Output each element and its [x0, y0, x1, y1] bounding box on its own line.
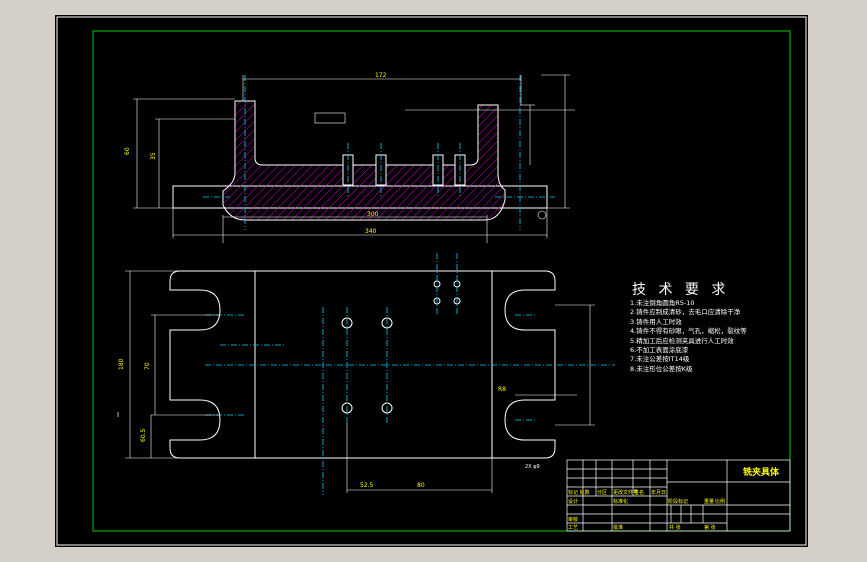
front-view — [133, 74, 575, 243]
plan-outline — [169, 270, 556, 459]
dim-plan-small: 2X φ9 — [525, 464, 540, 470]
tb-signature: 签名 — [634, 490, 645, 496]
dim-front-left-inner: 35 — [150, 152, 157, 160]
tb-zone: 分区 — [597, 490, 608, 496]
tb-designer: 设计 — [568, 499, 579, 505]
tr-item: 8.未注形位公差按K级 — [630, 364, 693, 373]
tb-total: 共 张 — [669, 525, 681, 531]
dim-plan-bottom-right: 80 — [417, 482, 425, 489]
plan-view — [125, 253, 615, 495]
tb-review: 审核 — [568, 517, 579, 523]
tr-item: 2.铸件应制成清砂，去毛口应清除干净 — [630, 308, 741, 317]
tb-sheet: 第 张 — [704, 525, 716, 531]
dim-plan-height-inner: 70 — [144, 362, 151, 370]
dim-front-left-height: 60 — [124, 147, 131, 155]
tb-scale: 比例 — [715, 499, 726, 505]
drawing-sheet: 172 300 340 60 35 180 70 60.5 52.5 80 R8… — [55, 15, 808, 547]
tr-item: 7.未注公差按IT14级 — [630, 355, 690, 364]
dim-plan-height-total: 180 — [118, 358, 125, 370]
tb-standardization: 标准化 — [613, 499, 629, 505]
tb-approve: 批准 — [613, 525, 624, 531]
plan-section-label: I — [117, 411, 119, 419]
dim-plan-bottom-left: 52.5 — [360, 482, 374, 489]
dim-front-bottom-outer: 340 — [365, 228, 377, 235]
tb-date: 年月日 — [651, 490, 667, 496]
tb-weight: 重量 — [704, 499, 715, 505]
dim-front-top: 172 — [375, 72, 387, 79]
dim-plan-right-radius: R8 — [498, 386, 506, 393]
technical-requirements-heading: 技 术 要 求 — [632, 282, 730, 298]
technical-requirements-list: 1.未注倒角圆角R5-10 2.铸件应制成清砂，去毛口应清除干净 3.铸件用人工… — [630, 299, 747, 374]
tb-change-marks: 标记 处数 — [568, 490, 590, 496]
dim-plan-left-lower: 60.5 — [140, 428, 147, 442]
datum-frame — [314, 112, 346, 124]
tb-process: 工艺 — [568, 525, 579, 531]
tr-item: 4.铸件不得有砂眼，气孔，缩松，裂纹等 — [630, 327, 747, 336]
tr-item: 5.精加工后应检测夹具进行人工时效 — [630, 336, 734, 345]
tb-stage-mark: 阶段标记 — [668, 499, 689, 505]
tr-item: 3.铸件用人工时效 — [630, 317, 682, 326]
dim-front-bottom-inner: 300 — [367, 211, 379, 218]
roughness-symbol — [537, 210, 547, 220]
tr-item: 1.未注倒角圆角R5-10 — [630, 299, 695, 307]
part-name: 铣夹具体 — [743, 468, 780, 478]
